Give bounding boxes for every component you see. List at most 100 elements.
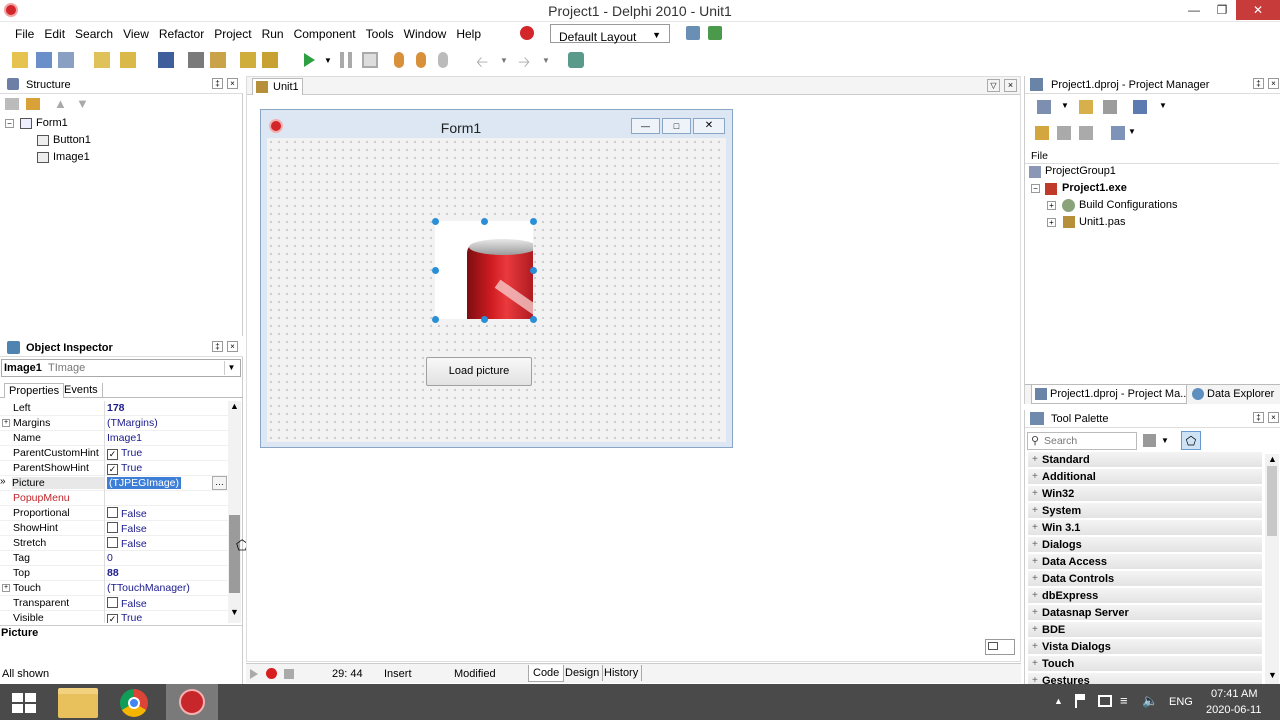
menu-component[interactable]: Component — [289, 24, 361, 41]
property-row[interactable]: ShowHint False — [0, 521, 228, 536]
tree-item-form1[interactable]: Form1 — [36, 117, 68, 129]
palette-category[interactable]: + Touch — [1028, 656, 1262, 672]
component-package-icon[interactable] — [568, 52, 584, 68]
tree-expander-icon[interactable]: − — [5, 119, 14, 128]
menu-edit[interactable]: Edit — [39, 24, 70, 41]
tree-expander-icon[interactable]: + — [1047, 201, 1056, 210]
record-macro-icon[interactable] — [266, 668, 277, 679]
palette-category[interactable]: + Win32 — [1028, 486, 1262, 502]
palette-category[interactable]: + dbExpress — [1028, 588, 1262, 604]
property-row[interactable]: Tag 0 — [0, 551, 228, 566]
property-row[interactable]: ParentShowHint ✓ True — [0, 461, 228, 476]
save-icon[interactable] — [158, 52, 174, 68]
close-button[interactable]: ✕ — [1236, 0, 1280, 20]
tree-item-project-exe[interactable]: Project1.exe — [1062, 182, 1127, 194]
panel-close-icon[interactable]: × — [227, 78, 238, 89]
back-dropdown-chevron-icon[interactable]: ▼ — [500, 56, 508, 65]
property-row[interactable]: » Picture (TJPEGImage)… — [0, 476, 228, 491]
open-icon[interactable] — [120, 52, 136, 68]
chrome-icon[interactable] — [120, 689, 148, 717]
start-windows-icon[interactable] — [12, 693, 36, 713]
designer-form[interactable]: Form1 — □ ✕ Load picture — [260, 109, 733, 448]
palette-category[interactable]: + Standard — [1028, 452, 1262, 468]
tab-properties[interactable]: Properties — [4, 383, 65, 398]
property-row[interactable]: Visible ✓ True — [0, 611, 228, 623]
expand-all-icon[interactable] — [1057, 126, 1071, 140]
tab-history[interactable]: History — [601, 665, 643, 681]
step-over-icon[interactable] — [416, 52, 426, 68]
palette-category[interactable]: + System — [1028, 503, 1262, 519]
property-row[interactable]: Proportional False — [0, 506, 228, 521]
menu-search[interactable]: Search — [70, 24, 118, 41]
expand-icon[interactable] — [26, 98, 40, 110]
view-form-icon[interactable] — [210, 52, 226, 68]
property-grid-scrollbar[interactable]: ▲ ▼ — [228, 401, 241, 623]
tab-project-manager[interactable]: Project1.dproj - Project Ma... — [1031, 385, 1187, 404]
form-client-area[interactable]: Load picture — [267, 138, 726, 442]
tree-item-project-group[interactable]: ProjectGroup1 — [1045, 165, 1116, 177]
search-input[interactable] — [1044, 435, 1132, 447]
tree-expander-icon[interactable]: − — [1031, 184, 1040, 193]
display-icon[interactable] — [1098, 695, 1112, 707]
move-down-icon[interactable]: ▼ — [76, 96, 89, 111]
forward-dropdown-chevron-icon[interactable]: ▼ — [542, 56, 550, 65]
scrollbar-thumb[interactable] — [1267, 466, 1277, 536]
wifi-icon[interactable]: ≡ — [1120, 693, 1128, 708]
palette-search[interactable]: ⚲ — [1027, 432, 1137, 450]
palette-category[interactable]: + Win 3.1 — [1028, 520, 1262, 536]
new-items-icon[interactable] — [12, 52, 28, 68]
scroll-up-icon[interactable]: ▲ — [230, 401, 239, 411]
palette-scrollbar[interactable]: ▲ ▼ — [1265, 454, 1279, 684]
menu-view[interactable]: View — [118, 24, 154, 41]
run-to-cursor-icon[interactable] — [438, 52, 448, 68]
menu-run[interactable]: Run — [257, 24, 289, 41]
move-up-icon[interactable]: ▲ — [54, 96, 67, 111]
list-view-icon[interactable] — [1111, 126, 1125, 140]
chevron-down-icon[interactable]: ▼ — [1061, 101, 1069, 110]
save-desktop-icon[interactable] — [686, 26, 700, 40]
palette-category[interactable]: + Vista Dialogs — [1028, 639, 1262, 655]
property-grid-divider[interactable] — [104, 401, 105, 623]
palette-category[interactable]: + Datasnap Server — [1028, 605, 1262, 621]
clock-date[interactable]: 2020-06-11 — [1206, 704, 1261, 716]
checkbox[interactable]: ✓ — [107, 614, 118, 623]
tab-design[interactable]: Design — [562, 665, 604, 681]
tree-item-build-configurations[interactable]: Build Configurations — [1079, 199, 1177, 211]
property-row[interactable]: + Touch (TTouchManager) — [0, 581, 228, 596]
resize-handle[interactable] — [481, 316, 488, 323]
tree-item-unit1-pas[interactable]: Unit1.pas — [1079, 216, 1125, 228]
checkbox[interactable]: ✓ — [107, 464, 118, 475]
menu-tools[interactable]: Tools — [361, 24, 399, 41]
property-row[interactable]: ParentCustomHint ✓ True — [0, 446, 228, 461]
property-row[interactable]: Top 88 — [0, 566, 228, 581]
palette-category[interactable]: + Dialogs — [1028, 537, 1262, 553]
trace-into-icon[interactable] — [394, 52, 404, 68]
resize-handle[interactable] — [432, 267, 439, 274]
save-all-icon[interactable] — [58, 52, 74, 68]
checkbox[interactable] — [107, 522, 118, 533]
pin-icon[interactable]: ‡ — [1253, 78, 1264, 89]
resize-handle[interactable] — [530, 218, 537, 225]
menu-window[interactable]: Window — [399, 24, 452, 41]
load-picture-button[interactable]: Load picture — [426, 357, 532, 386]
volume-icon[interactable]: 🔈 — [1142, 693, 1158, 709]
chevron-down-icon[interactable]: ▼ — [1161, 436, 1169, 445]
tab-list-dropdown-icon[interactable]: ▽ — [987, 79, 1000, 92]
checkbox[interactable]: ✓ — [107, 449, 118, 460]
panel-close-icon[interactable]: × — [227, 341, 238, 352]
layout-select[interactable]: Default Layout ▼ — [550, 24, 670, 44]
component-icon-small[interactable] — [985, 639, 1015, 655]
ellipsis-button[interactable]: … — [212, 476, 227, 490]
checkbox[interactable] — [107, 537, 118, 548]
pause-icon[interactable] — [340, 52, 352, 68]
run-icon[interactable] — [304, 53, 315, 67]
resize-handle[interactable] — [530, 267, 537, 274]
file-explorer-icon[interactable] — [58, 688, 98, 718]
property-row[interactable]: Left 178 — [0, 401, 228, 416]
tab-code[interactable]: Code — [528, 665, 565, 682]
chevron-down-icon[interactable]: ▼ — [1159, 101, 1167, 110]
property-row[interactable]: + Margins (TMargins) — [0, 416, 228, 431]
tree-expander-icon[interactable]: + — [1047, 218, 1056, 227]
resize-handle[interactable] — [432, 218, 439, 225]
pm-column-header[interactable]: File — [1025, 148, 1279, 164]
